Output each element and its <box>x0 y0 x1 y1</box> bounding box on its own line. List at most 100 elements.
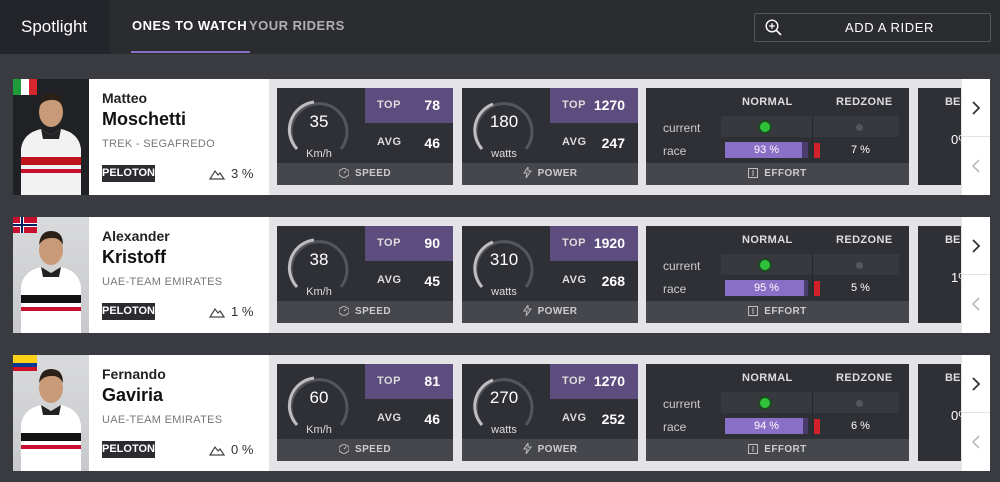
card-nav <box>961 79 990 195</box>
speed-label: SPEED <box>355 444 391 455</box>
speed-footer: SPEED <box>277 301 453 323</box>
effort-panel: NORMAL REDZONE current race 94 % 6 % EFF… <box>646 364 909 461</box>
country-flag-icon <box>13 79 37 95</box>
behind-panel: BEH 0% <box>918 88 970 185</box>
effort-redzone-header: REDZONE <box>836 372 893 384</box>
effort-panel: NORMAL REDZONE current race 93 % 7 % EFF… <box>646 88 909 185</box>
chevron-right-icon <box>972 101 981 115</box>
power-label: POWER <box>537 444 578 455</box>
card-nav <box>961 355 990 471</box>
power-footer: POWER <box>462 301 638 323</box>
power-footer: POWER <box>462 439 638 461</box>
effort-race-label: race <box>663 420 687 434</box>
avg-label: AVG <box>562 136 587 148</box>
chevron-left-icon <box>971 435 980 449</box>
speed-footer: SPEED <box>277 163 453 185</box>
rider-card[interactable]: Alexander Kristoff UAE-TEAM EMIRATES PEL… <box>13 217 990 333</box>
effort-divider <box>812 254 813 298</box>
power-unit: watts <box>491 148 517 160</box>
speed-unit: Km/h <box>306 148 332 160</box>
top-bar: Spotlight ONES TO WATCH YOUR RIDERS ADD … <box>0 0 1000 54</box>
gradient-indicator: 1 % <box>208 304 254 319</box>
power-avg: AVG 252 <box>550 399 638 439</box>
top-label: TOP <box>562 375 586 387</box>
rider-first-name: Alexander <box>102 228 170 244</box>
power-avg-value: 268 <box>601 273 625 289</box>
avg-label: AVG <box>377 274 402 286</box>
speed-label: SPEED <box>355 306 391 317</box>
add-rider-button[interactable]: ADD A RIDER <box>754 13 991 42</box>
effort-race-label: race <box>663 282 687 296</box>
speed-top: TOP 78 <box>365 88 453 123</box>
effort-footer: EFFORT <box>646 301 909 323</box>
mountain-icon <box>208 169 226 180</box>
effort-icon <box>748 168 759 178</box>
card-nav <box>961 217 990 333</box>
power-avg-value: 247 <box>601 135 625 151</box>
power-gauge: 180 watts <box>469 94 539 164</box>
effort-divider <box>812 392 813 436</box>
speedometer-icon <box>338 443 350 455</box>
rider-card[interactable]: Matteo Moschetti TREK - SEGAFREDO PELOTO… <box>13 79 990 195</box>
race-normal-bar: 94 % <box>725 418 808 434</box>
tab-label: YOUR RIDERS <box>249 18 345 33</box>
chevron-left-icon <box>971 297 980 311</box>
speed-top-value: 90 <box>424 235 440 251</box>
top-label: TOP <box>377 237 401 249</box>
prev-stat-button[interactable] <box>962 275 990 333</box>
power-unit: watts <box>491 286 517 298</box>
power-panel: 180 watts TOP 1270 AVG 247 POWER <box>462 88 638 185</box>
speed-avg: AVG 46 <box>365 123 453 163</box>
group-badge: PELOTON <box>102 165 155 182</box>
prev-stat-button[interactable] <box>962 137 990 195</box>
power-gauge: 270 watts <box>469 370 539 440</box>
speed-panel: 35 Km/h TOP 78 AVG 46 SPEED <box>277 88 453 185</box>
speed-avg-value: 46 <box>424 411 440 427</box>
power-top: TOP 1270 <box>550 88 638 123</box>
speed-panel: 60 Km/h TOP 81 AVG 46 SPEED <box>277 364 453 461</box>
effort-label: EFFORT <box>764 306 807 317</box>
next-stat-button[interactable] <box>962 217 990 275</box>
power-panel: 270 watts TOP 1270 AVG 252 POWER <box>462 364 638 461</box>
effort-normal-header: NORMAL <box>742 96 793 108</box>
avg-label: AVG <box>377 136 402 148</box>
prev-stat-button[interactable] <box>962 413 990 471</box>
current-normal-indicator <box>760 398 770 408</box>
speed-gauge: 35 Km/h <box>284 94 354 164</box>
power-avg: AVG 247 <box>550 123 638 163</box>
speed-gauge: 60 Km/h <box>284 370 354 440</box>
top-label: TOP <box>562 237 586 249</box>
top-label: TOP <box>377 375 401 387</box>
power-avg: AVG 268 <box>550 261 638 301</box>
rider-avatar <box>13 217 89 333</box>
zoom-plus-icon <box>765 19 782 36</box>
gradient-indicator: 0 % <box>208 442 254 457</box>
rider-card[interactable]: Fernando Gaviria UAE-TEAM EMIRATES PELOT… <box>13 355 990 471</box>
power-current: 270 <box>489 388 519 407</box>
rider-team: UAE-TEAM EMIRATES <box>102 414 223 426</box>
power-current: 180 <box>489 112 519 131</box>
next-stat-button[interactable] <box>962 355 990 413</box>
power-current: 310 <box>489 250 519 269</box>
gradient-value: 1 % <box>231 304 254 319</box>
power-label: POWER <box>537 306 578 317</box>
current-normal-indicator <box>760 122 770 132</box>
speed-avg: AVG 46 <box>365 399 453 439</box>
rider-team: TREK - SEGAFREDO <box>102 138 215 150</box>
tab-your-riders[interactable]: YOUR RIDERS <box>249 0 345 54</box>
chevron-left-icon <box>971 159 980 173</box>
chevron-right-icon <box>972 377 981 391</box>
race-normal-bar: 95 % <box>725 280 808 296</box>
effort-icon <box>748 306 759 316</box>
rider-photo-graphic <box>21 369 81 471</box>
rider-first-name: Fernando <box>102 366 166 382</box>
next-stat-button[interactable] <box>962 79 990 137</box>
power-top-value: 1270 <box>593 97 625 113</box>
rider-avatar <box>13 79 89 195</box>
country-flag-icon <box>13 355 37 371</box>
effort-current-row <box>721 392 899 413</box>
rider-first-name: Matteo <box>102 90 148 106</box>
speedometer-icon <box>338 167 350 179</box>
gradient-value: 0 % <box>231 442 254 457</box>
tab-ones-to-watch[interactable]: ONES TO WATCH <box>131 0 251 54</box>
